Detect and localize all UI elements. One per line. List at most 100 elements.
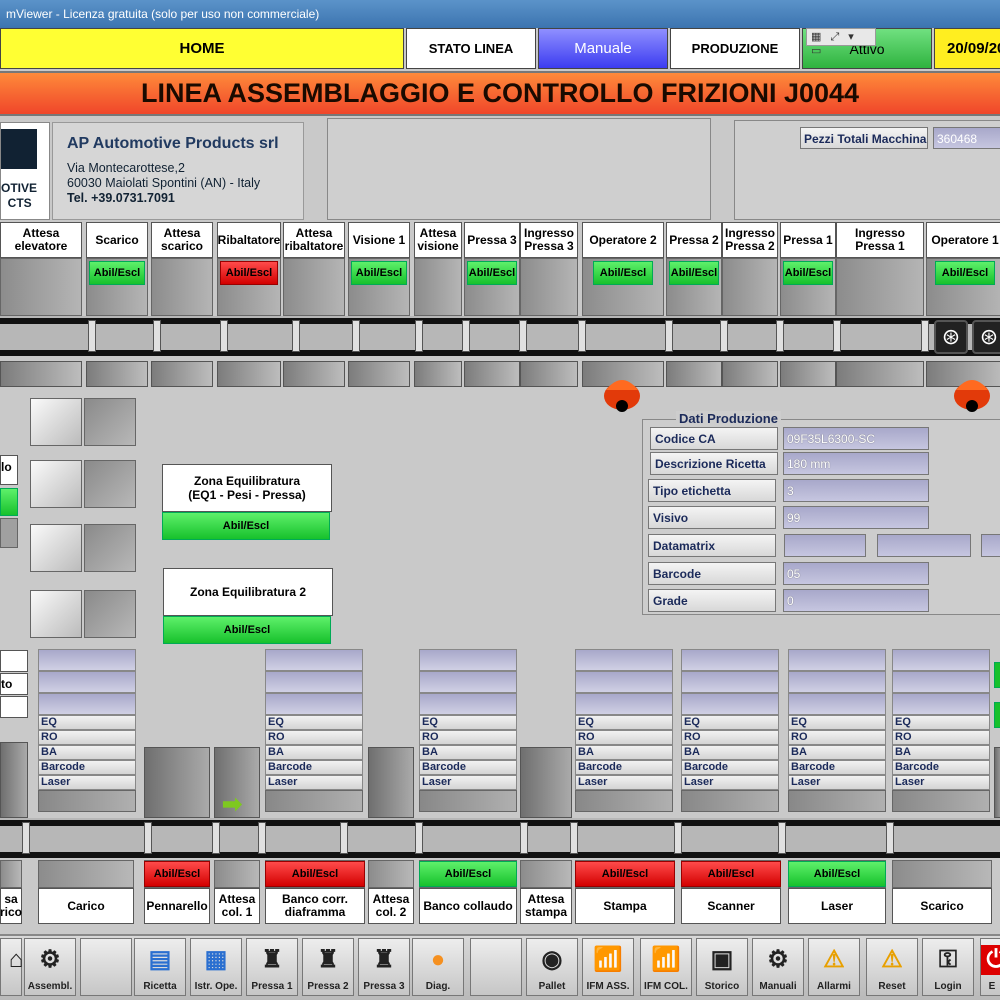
pallet-data-blank bbox=[38, 693, 136, 715]
station-abil-button[interactable]: Abil/Escl bbox=[783, 261, 833, 285]
station-body[interactable] bbox=[0, 258, 82, 316]
toolbar-button-10[interactable]: ◉ Pallet bbox=[526, 938, 578, 996]
station-abil-button[interactable]: Abil/Escl bbox=[935, 261, 995, 285]
station-body[interactable] bbox=[722, 258, 778, 316]
produzione-button[interactable]: PRODUZIONE bbox=[670, 28, 800, 69]
station-body[interactable] bbox=[836, 258, 924, 316]
company-address: Via Montecarottese,2 bbox=[67, 161, 185, 175]
station-abil-button[interactable]: Abil/Escl bbox=[467, 261, 517, 285]
station-abil-button[interactable]: Abil/Escl bbox=[419, 861, 517, 887]
manuale-mode-button[interactable]: Manuale bbox=[538, 28, 668, 69]
station-abil-button[interactable]: Abil/Escl bbox=[351, 261, 407, 285]
zona-equilibratura-2: Zona Equilibratura 2 bbox=[163, 568, 333, 616]
buffer-slot[interactable] bbox=[84, 524, 136, 572]
pallet-data-footer bbox=[892, 790, 990, 812]
toolbar-button-2[interactable] bbox=[80, 938, 132, 996]
station-top bbox=[520, 860, 572, 888]
zona-1-abil-button[interactable]: Abil/Escl bbox=[162, 512, 330, 540]
station-2-label: Attesa scarico bbox=[151, 222, 213, 258]
recipe-icon: ▤ bbox=[148, 946, 172, 973]
station-abil-button[interactable]: Abil/Escl bbox=[144, 861, 210, 887]
zona-2-abil-button[interactable]: Abil/Escl bbox=[163, 616, 331, 644]
station-abil-button[interactable]: Abil/Escl bbox=[669, 261, 719, 285]
buffer-slot[interactable] bbox=[30, 524, 82, 572]
upper-rail-top bbox=[0, 318, 1000, 324]
pallet-data-blank bbox=[419, 671, 517, 693]
station-6-label: Attesa visione bbox=[414, 222, 462, 258]
bottom-station-6-label: Banco collaudo bbox=[419, 888, 517, 924]
station-abil-button[interactable]: Abil/Escl bbox=[593, 261, 653, 285]
pallet-data-row: EQ bbox=[38, 715, 136, 730]
toolbar-button-0[interactable]: ⌂ bbox=[0, 938, 23, 996]
toolbar-button-6[interactable]: ♜ Pressa 2 bbox=[302, 938, 354, 996]
conveyor-stop bbox=[578, 320, 586, 352]
pallet-data-stack: EQ RO BA Barcode Laser bbox=[419, 649, 517, 812]
station-body[interactable] bbox=[283, 258, 345, 316]
pezzi-label: Pezzi Totali Macchina bbox=[800, 127, 928, 149]
toolbar-button-14[interactable]: ⚙ Manuali bbox=[752, 938, 804, 996]
toolbar-button-8[interactable]: ● Diag. bbox=[412, 938, 464, 996]
toolbar-button-5[interactable]: ♜ Pressa 1 bbox=[246, 938, 298, 996]
pallet-data-footer bbox=[265, 790, 363, 812]
toolbar-button-16[interactable]: ⚠ Reset bbox=[866, 938, 918, 996]
station-body[interactable] bbox=[414, 258, 462, 316]
rotate-icon[interactable]: ⊛ bbox=[934, 320, 968, 354]
toolbar-button-17[interactable]: ⚿ Login bbox=[922, 938, 974, 996]
pallet-data-footer bbox=[38, 790, 136, 812]
stato-linea-button[interactable]: STATO LINEA bbox=[406, 28, 536, 69]
station-abil-button[interactable]: Abil/Escl bbox=[788, 861, 886, 887]
conveyor-pallet bbox=[217, 361, 281, 387]
dati-label-5: Barcode bbox=[648, 562, 776, 585]
window-controls[interactable]: ▦ ⤢ ▾ ▭ bbox=[806, 28, 876, 57]
key-icon: ⚿ bbox=[938, 946, 958, 973]
pallet-data-row: BA bbox=[788, 745, 886, 760]
station-abil-button[interactable]: Abil/Escl bbox=[265, 861, 365, 887]
pallet-data-row: Barcode bbox=[788, 760, 886, 775]
toolbar-button-9[interactable] bbox=[470, 938, 522, 996]
toolbar-button-7[interactable]: ♜ Pressa 3 bbox=[358, 938, 410, 996]
datamatrix-field bbox=[877, 534, 971, 557]
toolbar-button-18[interactable]: ⏻ E bbox=[980, 938, 1000, 996]
manuals-icon: ⚙ bbox=[767, 946, 789, 973]
right-abil-fragment[interactable] bbox=[994, 662, 1000, 688]
home-button[interactable]: HOME bbox=[0, 28, 404, 69]
buffer-slot[interactable] bbox=[30, 398, 82, 446]
toolbar-label: Assembl. bbox=[27, 981, 73, 992]
company-logo: OTIVE CTS bbox=[0, 122, 50, 220]
buffer-slot[interactable] bbox=[30, 460, 82, 508]
station-abil-button[interactable]: Abil/Escl bbox=[220, 261, 278, 285]
toolbar-button-13[interactable]: ▣ Storico bbox=[696, 938, 748, 996]
station-abil-button[interactable]: Abil/Escl bbox=[575, 861, 675, 887]
conveyor-stop bbox=[674, 822, 682, 854]
right-abil-fragment[interactable] bbox=[994, 702, 1000, 728]
buffer-slot[interactable] bbox=[84, 460, 136, 508]
station-abil-button[interactable]: Abil/Escl bbox=[89, 261, 145, 285]
pallet-data-row: RO bbox=[265, 730, 363, 745]
pallet-data-blank bbox=[38, 671, 136, 693]
reset-icon: ⚠ bbox=[881, 946, 903, 973]
station-body[interactable] bbox=[520, 258, 578, 316]
toolbar-button-15[interactable]: ⚠ Allarmi bbox=[808, 938, 860, 996]
toolbar-button-1[interactable]: ⚙ Assembl. bbox=[24, 938, 76, 996]
line-title-banner: LINEA ASSEMBLAGGIO E CONTROLLO FRIZIONI … bbox=[0, 71, 1000, 116]
station-body[interactable] bbox=[151, 258, 213, 316]
pallet-data-blank bbox=[892, 649, 990, 671]
left-abil-fragment[interactable] bbox=[0, 488, 18, 516]
press-icon: ♜ bbox=[373, 946, 395, 973]
buffer-slot[interactable] bbox=[84, 398, 136, 446]
station-top bbox=[892, 860, 992, 888]
buffer-slot[interactable] bbox=[84, 590, 136, 638]
toolbar-button-4[interactable]: ▦ Istr. Ope. bbox=[190, 938, 242, 996]
station-1-label: Scarico bbox=[86, 222, 148, 258]
toolbar-button-3[interactable]: ▤ Ricetta bbox=[134, 938, 186, 996]
conveyor-pallet bbox=[0, 361, 82, 387]
toolbar-button-11[interactable]: 📶 IFM ASS. bbox=[582, 938, 634, 996]
station-abil-button[interactable]: Abil/Escl bbox=[681, 861, 781, 887]
rotate-icon[interactable]: ⊛ bbox=[972, 320, 1000, 354]
conveyor-stop bbox=[153, 320, 161, 352]
dati-value-1: 180 mm bbox=[783, 452, 929, 475]
toolbar-button-12[interactable]: 📶 IFM COL. bbox=[640, 938, 692, 996]
buffer-slot[interactable] bbox=[30, 590, 82, 638]
company-city: 60030 Maiolati Spontini (AN) - Italy bbox=[67, 176, 261, 190]
conveyor-stop bbox=[22, 822, 30, 854]
